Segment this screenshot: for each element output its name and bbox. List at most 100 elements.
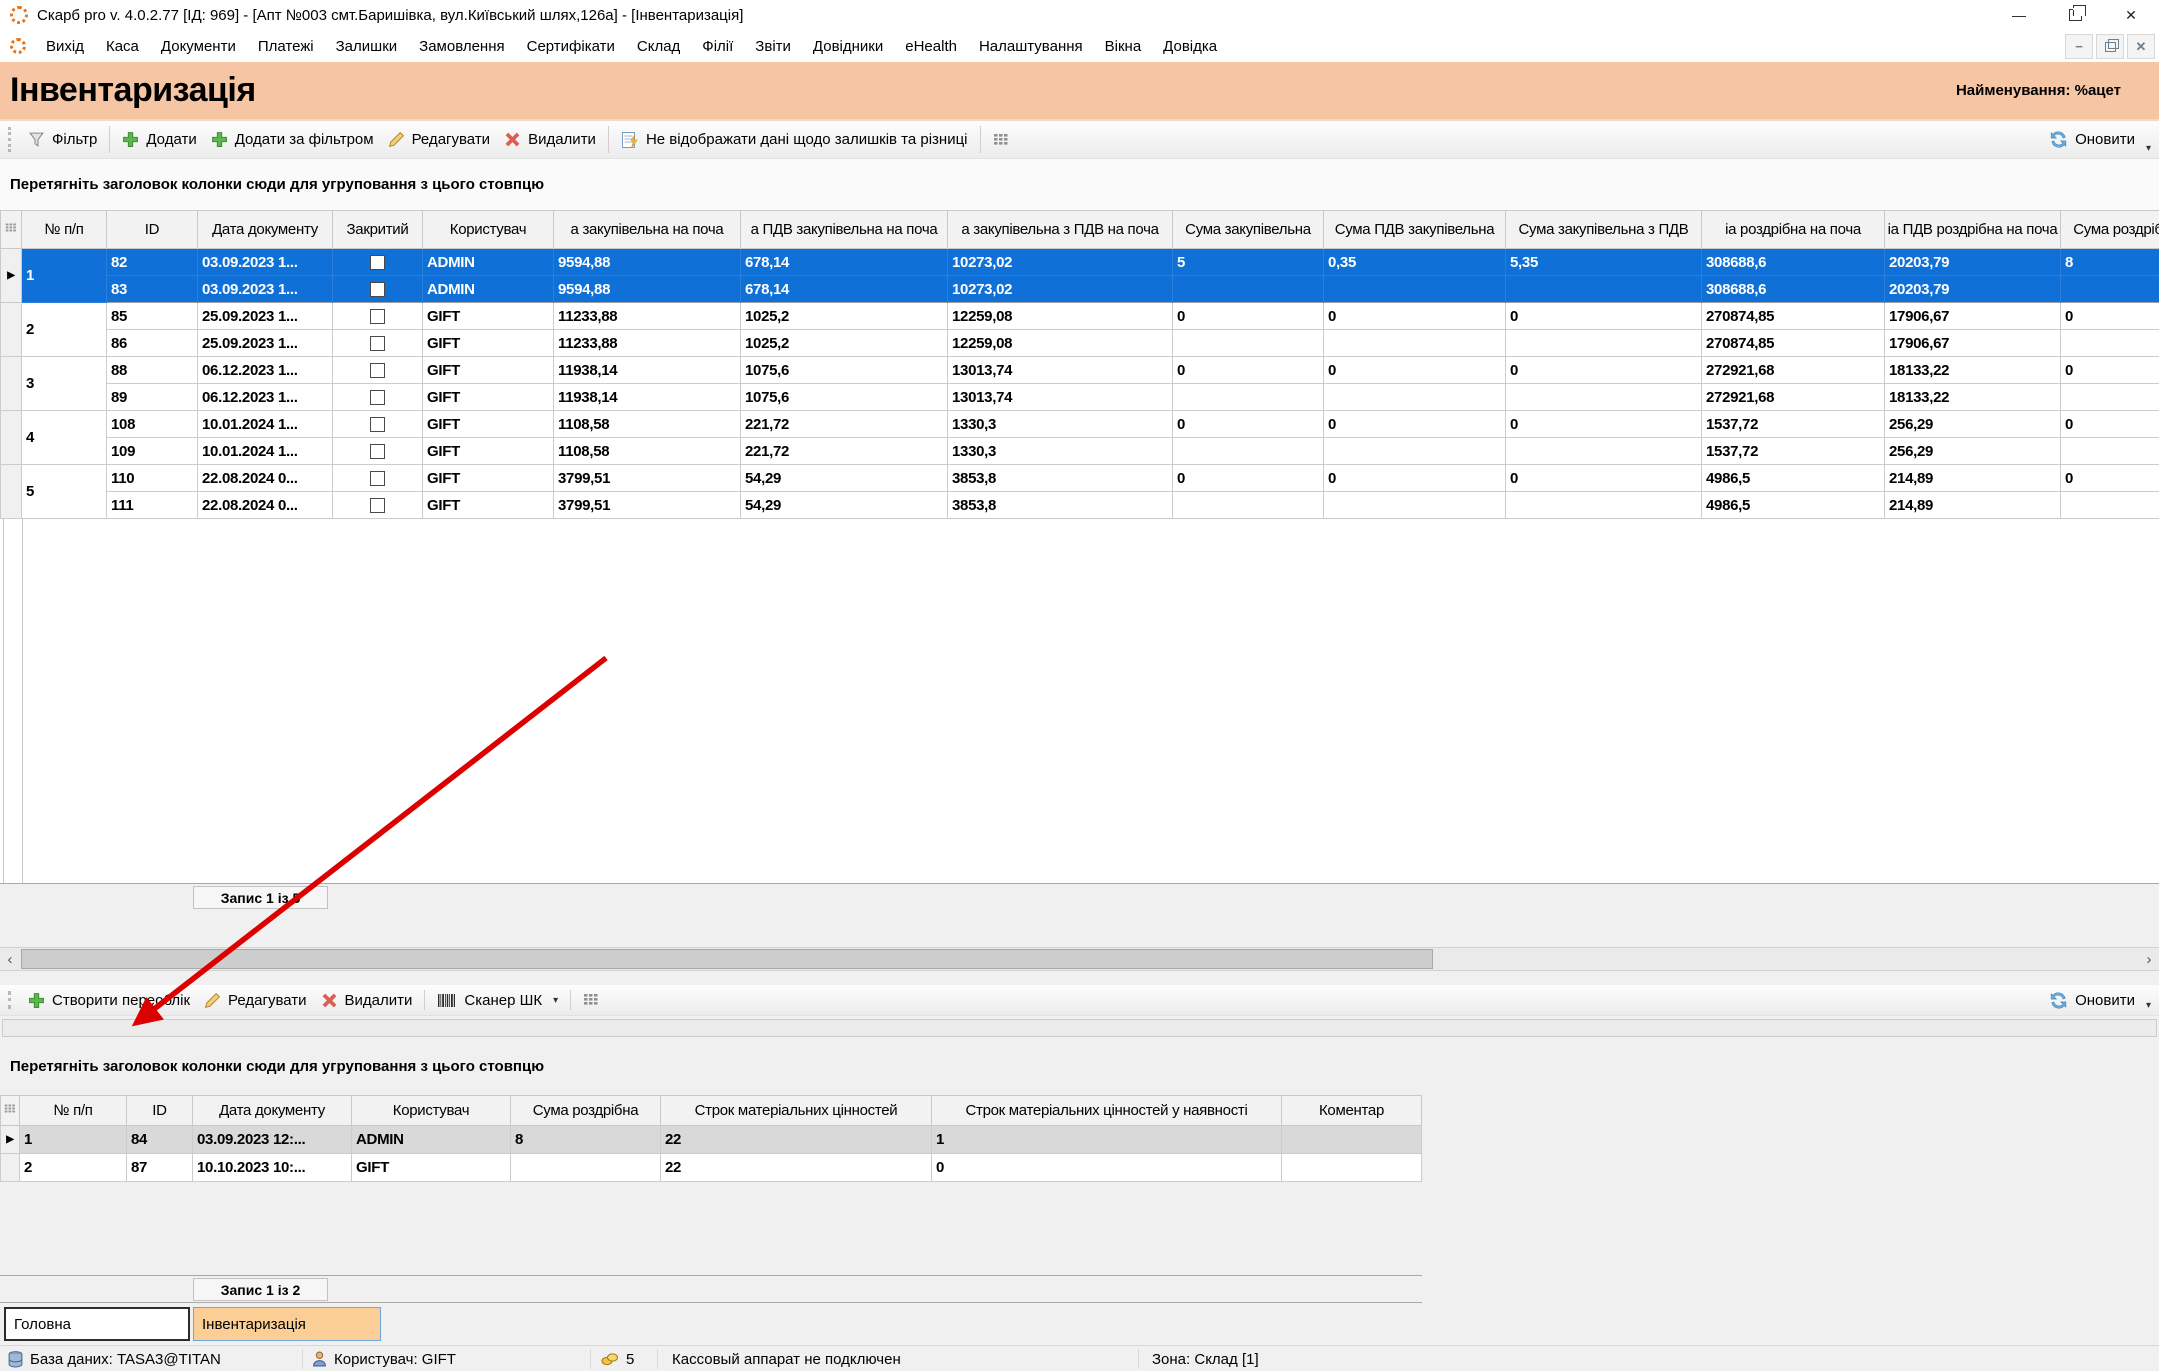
cell-vat-purch-start[interactable]: 54,29 [741, 465, 948, 492]
column-header-sum-purch[interactable]: Сума закупівельна [1173, 211, 1324, 249]
menu-item-7[interactable]: Сертифікати [516, 38, 626, 55]
cell-date[interactable]: 03.09.2023 1... [198, 276, 333, 303]
cell-purch-start[interactable]: 1108,58 [554, 438, 741, 465]
cell-sum-retail[interactable]: 0 [2061, 465, 2159, 492]
cell-purch-start[interactable]: 3799,51 [554, 465, 741, 492]
scroll-left-button[interactable]: ‹ [0, 948, 20, 970]
cell-num[interactable]: 4 [22, 411, 107, 465]
closed-checkbox[interactable] [370, 363, 385, 378]
closed-checkbox[interactable] [370, 255, 385, 270]
cell-retail-start[interactable]: 1537,72 [1702, 411, 1885, 438]
cell-purch-start[interactable]: 3799,51 [554, 492, 741, 519]
cell-date[interactable]: 10.10.2023 10:... [193, 1154, 352, 1182]
column-header-purch-start[interactable]: а закупівельна на поча [554, 211, 741, 249]
cell-purch-start[interactable]: 9594,88 [554, 276, 741, 303]
cell-purch-start[interactable]: 11233,88 [554, 330, 741, 357]
cell-id[interactable]: 110 [107, 465, 198, 492]
delete-recount-button[interactable]: Видалити [314, 989, 420, 1012]
cell-vat-purch-start[interactable]: 1025,2 [741, 330, 948, 357]
cell-sum-purch[interactable] [1173, 438, 1324, 465]
cell-vat-purch-start[interactable]: 1075,6 [741, 357, 948, 384]
cell-user[interactable]: ADMIN [423, 276, 554, 303]
column-header-user[interactable]: Користувач [352, 1096, 511, 1126]
cell-user[interactable]: GIFT [423, 330, 554, 357]
cell-sum-vat-purch[interactable]: 0,35 [1324, 249, 1506, 276]
column-header-user[interactable]: Користувач [423, 211, 554, 249]
menu-item-12[interactable]: eHealth [894, 38, 968, 55]
cell-user[interactable]: GIFT [352, 1154, 511, 1182]
closed-checkbox[interactable] [370, 471, 385, 486]
cell-sum-purch-with-vat[interactable] [1506, 384, 1702, 411]
closed-checkbox[interactable] [370, 309, 385, 324]
cell-num[interactable]: 5 [22, 465, 107, 519]
table-row[interactable]: ▶18403.09.2023 12:...ADMIN8221 [1, 1126, 1422, 1154]
cell-id[interactable]: 83 [107, 276, 198, 303]
menu-item-14[interactable]: Вікна [1094, 38, 1153, 55]
scroll-right-button[interactable]: › [2139, 948, 2159, 970]
cell-sum-vat-purch[interactable]: 0 [1324, 465, 1506, 492]
cell-vat-retail-start[interactable]: 256,29 [1885, 411, 2061, 438]
cell-sum-vat-purch[interactable] [1324, 438, 1506, 465]
menu-item-8[interactable]: Склад [626, 38, 691, 55]
cell-date[interactable]: 10.01.2024 1... [198, 438, 333, 465]
cell-closed[interactable] [333, 411, 423, 438]
cell-sum-retail[interactable] [511, 1154, 661, 1182]
cell-num[interactable]: 1 [20, 1126, 127, 1154]
cell-date[interactable]: 22.08.2024 0... [198, 465, 333, 492]
add-by-filter-button[interactable]: Додати за фільтром [204, 128, 381, 151]
cell-id[interactable]: 85 [107, 303, 198, 330]
minimize-button[interactable]: — [1991, 0, 2047, 30]
table-row[interactable]: 11122.08.2024 0...GIFT3799,5154,293853,8… [1, 492, 2159, 519]
cell-retail-start[interactable]: 1537,72 [1702, 438, 1885, 465]
cell-sum-purch-with-vat[interactable]: 0 [1506, 303, 1702, 330]
cell-date[interactable]: 03.09.2023 1... [198, 249, 333, 276]
refresh-dropdown-caret[interactable]: ▾ [2146, 143, 2151, 154]
cell-sum-vat-purch[interactable] [1324, 384, 1506, 411]
edit-recount-button[interactable]: Редагувати [197, 989, 314, 1012]
menu-item-4[interactable]: Платежі [247, 38, 325, 55]
cell-user[interactable]: ADMIN [423, 249, 554, 276]
cell-purch-start[interactable]: 11938,14 [554, 384, 741, 411]
cell-date[interactable]: 06.12.2023 1... [198, 384, 333, 411]
menu-item-5[interactable]: Залишки [325, 38, 409, 55]
closed-checkbox[interactable] [370, 498, 385, 513]
column-header-id[interactable]: ID [127, 1096, 193, 1126]
cell-retail-start[interactable]: 272921,68 [1702, 384, 1885, 411]
mdi-minimize-button[interactable]: − [2065, 34, 2093, 59]
create-recount-button[interactable]: Створити переоблік [21, 989, 197, 1012]
table-row[interactable]: ▶18203.09.2023 1...ADMIN9594,88678,14102… [1, 249, 2159, 276]
cell-sum-purch[interactable] [1173, 492, 1324, 519]
menu-item-6[interactable]: Замовлення [408, 38, 515, 55]
cell-sum-retail[interactable] [2061, 330, 2159, 357]
cell-vat-purch-start[interactable]: 54,29 [741, 492, 948, 519]
cell-purch-start[interactable]: 11233,88 [554, 303, 741, 330]
cell-id[interactable]: 82 [107, 249, 198, 276]
cell-sum-vat-purch[interactable] [1324, 330, 1506, 357]
cell-closed[interactable] [333, 330, 423, 357]
cell-id[interactable]: 111 [107, 492, 198, 519]
column-header-term[interactable]: Строк матеріальних цінностей [661, 1096, 932, 1126]
refresh-bottom-button[interactable]: Оновити [2042, 988, 2142, 1013]
cell-sum-vat-purch[interactable] [1324, 492, 1506, 519]
cell-term[interactable]: 22 [661, 1126, 932, 1154]
cell-sum-purch-with-vat[interactable]: 0 [1506, 357, 1702, 384]
cell-sum-purch-with-vat[interactable] [1506, 492, 1702, 519]
closed-checkbox[interactable] [370, 282, 385, 297]
column-header-date[interactable]: Дата документу [193, 1096, 352, 1126]
table-row[interactable]: 38806.12.2023 1...GIFT11938,141075,61301… [1, 357, 2159, 384]
column-header-retail-start[interactable]: іа роздрібна на поча [1702, 211, 1885, 249]
cell-purch-with-vat-start[interactable]: 13013,74 [948, 357, 1173, 384]
cell-purch-with-vat-start[interactable]: 10273,02 [948, 276, 1173, 303]
delete-button[interactable]: Видалити [497, 128, 603, 151]
cell-sum-retail[interactable]: 8 [2061, 249, 2159, 276]
cell-retail-start[interactable]: 4986,5 [1702, 492, 1885, 519]
cell-user[interactable]: GIFT [423, 357, 554, 384]
cell-sum-purch-with-vat[interactable]: 0 [1506, 465, 1702, 492]
table-row[interactable]: 28710.10.2023 10:...GIFT220 [1, 1154, 1422, 1182]
cell-sum-purch[interactable]: 0 [1173, 465, 1324, 492]
cell-vat-retail-start[interactable]: 256,29 [1885, 438, 2061, 465]
cell-sum-retail[interactable] [2061, 438, 2159, 465]
cell-sum-purch[interactable] [1173, 384, 1324, 411]
table-row[interactable]: 511022.08.2024 0...GIFT3799,5154,293853,… [1, 465, 2159, 492]
table-row[interactable]: 410810.01.2024 1...GIFT1108,58221,721330… [1, 411, 2159, 438]
